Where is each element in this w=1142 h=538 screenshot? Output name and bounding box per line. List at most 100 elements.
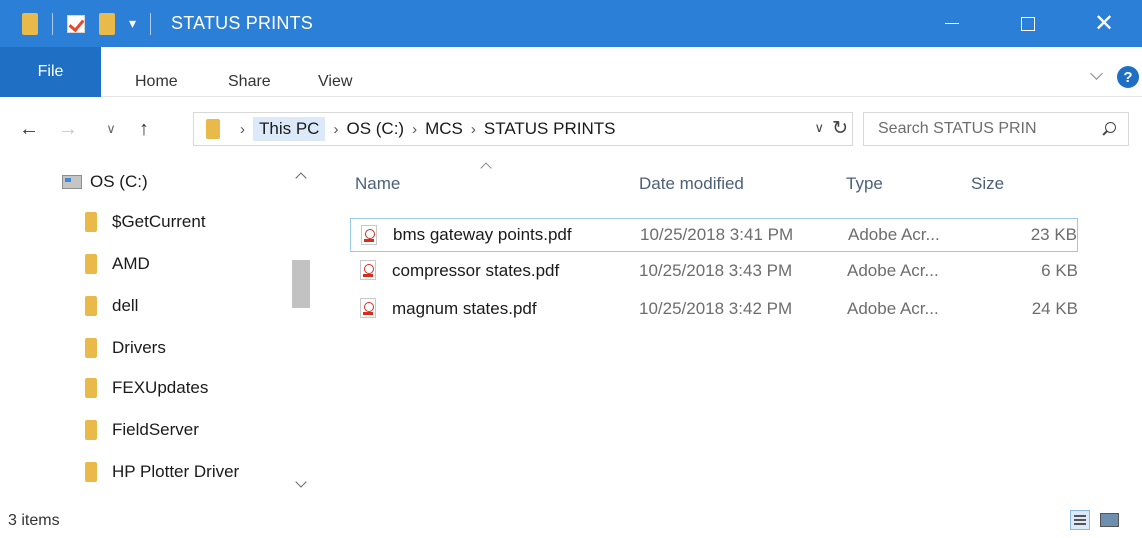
- item-count: 3 items: [8, 512, 60, 529]
- folder-icon: [85, 296, 97, 316]
- address-row: ← → ∨ ↑ › This PC › OS (C:) › MCS › STAT…: [0, 108, 1142, 150]
- tab-file[interactable]: File: [0, 47, 101, 97]
- column-header-type[interactable]: Type: [846, 174, 883, 194]
- column-header-size[interactable]: Size: [971, 174, 1004, 194]
- help-icon[interactable]: ?: [1117, 66, 1139, 88]
- tree-item-fexupdates[interactable]: FEXUpdates: [85, 378, 208, 398]
- tree-item-label: OS (C:): [90, 172, 148, 191]
- file-size: 6 KB: [1041, 261, 1078, 280]
- tree-item-label: HP Plotter Driver: [112, 462, 240, 481]
- window-controls: ✕: [914, 0, 1142, 47]
- properties-icon[interactable]: [67, 14, 85, 33]
- scroll-down-chevron-icon[interactable]: [295, 476, 307, 488]
- minimize-icon: [945, 23, 959, 24]
- file-size: 23 KB: [1030, 225, 1077, 244]
- tree-item-label: FieldServer: [112, 420, 199, 439]
- close-button[interactable]: ✕: [1066, 0, 1142, 47]
- breadcrumb-mcs[interactable]: MCS: [425, 117, 463, 141]
- file-name: bms gateway points.pdf: [393, 225, 572, 244]
- file-type: Adobe Acr...: [848, 225, 940, 244]
- expand-ribbon-chevron-icon[interactable]: [1090, 69, 1104, 83]
- breadcrumb-separator-icon[interactable]: ›: [333, 121, 338, 138]
- address-bar[interactable]: › This PC › OS (C:) › MCS › STATUS PRINT…: [193, 112, 853, 146]
- toolbar-separator: [52, 12, 53, 35]
- column-header-name[interactable]: Name: [355, 174, 400, 194]
- up-arrow-icon[interactable]: ↑: [131, 116, 157, 142]
- folder-icon: [85, 254, 97, 274]
- sort-ascending-chevron-icon: [480, 162, 492, 174]
- table-row[interactable]: bms gateway points.pdf 10/25/2018 3:41 P…: [350, 218, 1078, 252]
- pdf-file-icon: [360, 298, 376, 318]
- column-header-date-modified[interactable]: Date modified: [639, 174, 744, 194]
- back-arrow-icon[interactable]: ←: [16, 116, 42, 142]
- navigation-pane: OS (C:) $GetCurrent AMD dell Drivers FEX…: [0, 160, 320, 498]
- scrollbar-thumb[interactable]: [292, 260, 310, 308]
- address-history-dropdown-icon[interactable]: ∨: [814, 120, 824, 136]
- window-title: STATUS PRINTS: [171, 13, 313, 33]
- file-date-modified: 10/25/2018 3:42 PM: [639, 299, 793, 318]
- file-list: Name Date modified Type Size bms gateway…: [340, 160, 1135, 498]
- forward-arrow-icon[interactable]: →: [55, 116, 81, 142]
- table-row[interactable]: magnum states.pdf 10/25/2018 3:42 PM Ado…: [350, 292, 1078, 326]
- pdf-file-icon: [360, 260, 376, 280]
- ribbon: File Home Share View ?: [0, 47, 1142, 97]
- drive-icon: [62, 175, 82, 189]
- tree-item-os-c[interactable]: OS (C:): [62, 172, 148, 192]
- tree-item-hp-plotter-driver[interactable]: HP Plotter Driver: [85, 462, 239, 482]
- refresh-icon[interactable]: ↻: [832, 117, 848, 140]
- file-date-modified: 10/25/2018 3:43 PM: [639, 261, 793, 280]
- tab-home[interactable]: Home: [135, 73, 178, 105]
- scroll-up-chevron-icon[interactable]: [295, 172, 307, 184]
- tree-item-amd[interactable]: AMD: [85, 254, 150, 274]
- breadcrumb-this-pc[interactable]: This PC: [253, 117, 326, 141]
- maximize-icon: [1021, 16, 1035, 31]
- tree-item-getcurrent[interactable]: $GetCurrent: [85, 212, 206, 232]
- navigation-scrollbar[interactable]: [290, 160, 314, 498]
- tab-view[interactable]: View: [318, 73, 352, 105]
- breadcrumb-status-prints[interactable]: STATUS PRINTS: [484, 117, 616, 141]
- breadcrumb-separator-icon[interactable]: ›: [471, 121, 476, 138]
- file-name: compressor states.pdf: [392, 261, 560, 280]
- status-bar: 3 items: [0, 500, 1142, 538]
- file-date-modified: 10/25/2018 3:41 PM: [640, 225, 794, 244]
- folder-icon: [206, 119, 220, 139]
- tree-item-dell[interactable]: dell: [85, 296, 138, 316]
- table-row[interactable]: compressor states.pdf 10/25/2018 3:43 PM…: [350, 254, 1078, 288]
- new-folder-icon[interactable]: [99, 12, 115, 35]
- tree-item-fieldserver[interactable]: FieldServer: [85, 420, 199, 440]
- search-icon[interactable]: [1102, 122, 1116, 136]
- file-size: 24 KB: [1031, 299, 1078, 318]
- tree-item-drivers[interactable]: Drivers: [85, 338, 166, 358]
- search-input[interactable]: [864, 120, 1084, 138]
- maximize-button[interactable]: [990, 0, 1066, 47]
- breadcrumb-os-c[interactable]: OS (C:): [346, 117, 404, 141]
- tree-item-label: $GetCurrent: [112, 212, 206, 231]
- tree-item-label: AMD: [112, 254, 150, 273]
- minimize-button[interactable]: [914, 0, 990, 47]
- close-icon: ✕: [1093, 9, 1115, 37]
- folder-icon: [22, 12, 38, 35]
- file-type: Adobe Acr...: [847, 299, 939, 318]
- breadcrumb-separator-icon[interactable]: ›: [412, 121, 417, 138]
- recent-locations-chevron-icon[interactable]: ∨: [98, 116, 124, 142]
- large-icons-view-icon[interactable]: [1099, 510, 1119, 530]
- title-bar: ▾ STATUS PRINTS ✕: [0, 0, 1142, 47]
- toolbar-separator: [150, 12, 152, 35]
- quick-access-toolbar: ▾: [0, 0, 165, 47]
- tree-item-label: FEXUpdates: [112, 378, 209, 397]
- pdf-file-icon: [361, 225, 377, 245]
- tab-share[interactable]: Share: [228, 73, 271, 105]
- breadcrumb-separator-icon[interactable]: ›: [240, 121, 245, 138]
- folder-icon: [85, 338, 97, 358]
- folder-icon: [85, 420, 97, 440]
- folder-icon: [85, 378, 97, 398]
- folder-icon: [85, 212, 97, 232]
- search-box[interactable]: [863, 112, 1129, 146]
- file-type: Adobe Acr...: [847, 261, 939, 280]
- details-view-icon[interactable]: [1070, 510, 1090, 530]
- folder-icon: [85, 462, 97, 482]
- file-name: magnum states.pdf: [392, 299, 537, 318]
- tree-item-label: Drivers: [112, 338, 166, 357]
- customize-toolbar-dropdown-icon[interactable]: ▾: [129, 15, 136, 32]
- tree-item-label: dell: [112, 296, 139, 315]
